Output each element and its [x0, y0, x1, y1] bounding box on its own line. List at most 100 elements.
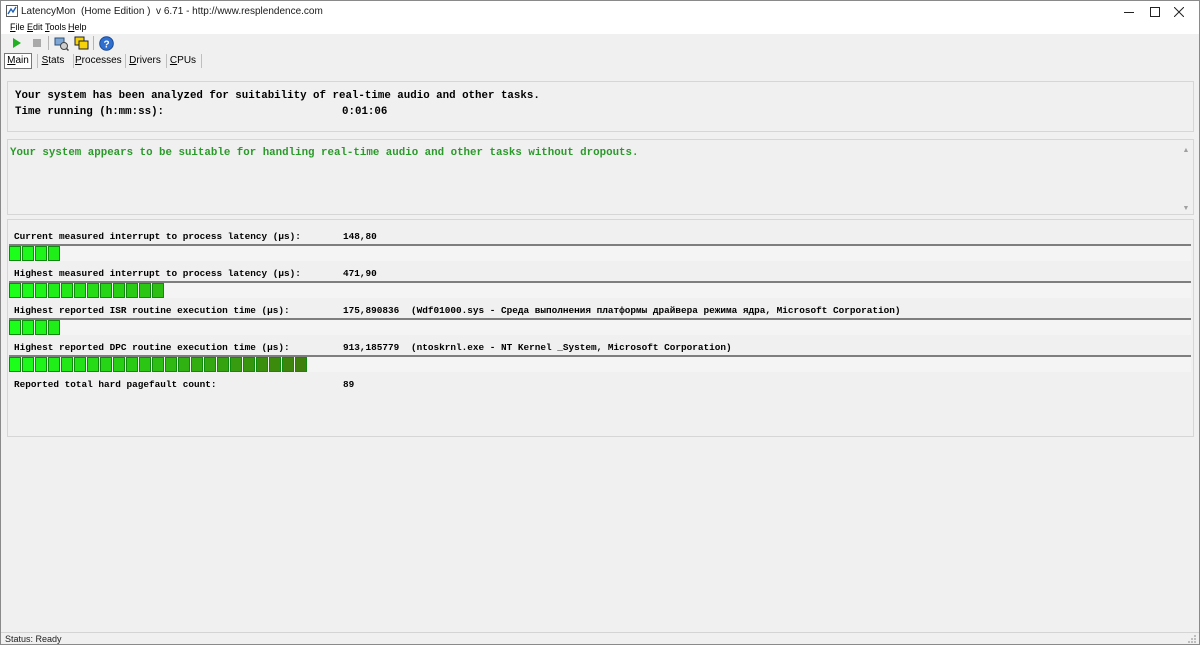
- latency-bar-segment: [61, 283, 73, 298]
- metric-value: 175,890836: [343, 305, 400, 316]
- tab-separator: [201, 54, 202, 68]
- latency-bar-segment: [165, 357, 177, 372]
- metric-label: Current measured interrupt to process la…: [14, 231, 301, 242]
- latency-bar: [9, 244, 1191, 261]
- latency-bar-segment: [22, 320, 34, 335]
- metric-value: 471,90: [343, 268, 377, 279]
- latency-bar-segment: [282, 357, 294, 372]
- svg-text:?: ?: [103, 39, 109, 50]
- latency-bar-segment: [139, 283, 151, 298]
- help-icon: ?: [98, 35, 114, 51]
- latency-bar-segment: [139, 357, 151, 372]
- latency-bar-segment: [22, 357, 34, 372]
- latency-bar-segment: [100, 357, 112, 372]
- latency-bar-segment: [256, 357, 268, 372]
- metric-value: 913,185779: [343, 342, 400, 353]
- tab-drivers[interactable]: Drivers: [127, 53, 163, 69]
- menu-tools[interactable]: Tools: [45, 22, 66, 33]
- latency-bar-segment: [35, 320, 47, 335]
- processes-icon: [74, 36, 88, 49]
- metric-label: Reported total hard pagefault count:: [14, 379, 217, 390]
- latency-bar-segment: [243, 357, 255, 372]
- latency-bar-segment: [152, 283, 164, 298]
- latency-bar-segment: [191, 357, 203, 372]
- menu-bar: File Edit Tools Help: [1, 22, 1199, 34]
- latency-bar-segment: [126, 357, 138, 372]
- metric-label: Highest reported ISR routine execution t…: [14, 305, 290, 316]
- window-title: LatencyMon (Home Edition ) v 6.71 - http…: [21, 6, 323, 17]
- latency-bar-segment: [126, 283, 138, 298]
- stop-icon: [33, 39, 41, 47]
- metric-detail: (ntoskrnl.exe - NT Kernel _System, Micro…: [411, 342, 732, 353]
- latency-bar-segment: [230, 357, 242, 372]
- latency-bar-segment: [9, 320, 21, 335]
- status-bar: Status: Ready: [1, 632, 1199, 644]
- drivers-view-button[interactable]: [53, 35, 69, 51]
- verdict-text: Your system appears to be suitable for h…: [10, 147, 639, 159]
- verdict-scrollbar[interactable]: ▲ ▼: [1179, 140, 1193, 214]
- latency-bar-segment: [100, 283, 112, 298]
- menu-file[interactable]: File: [10, 22, 25, 33]
- latency-bar: [9, 281, 1191, 298]
- latency-bar-segment: [9, 283, 21, 298]
- tab-separator: [166, 54, 167, 68]
- latency-bar-segment: [152, 357, 164, 372]
- tab-cpus[interactable]: CPUs: [168, 53, 198, 69]
- latency-bar-fill: [9, 320, 61, 335]
- metric-label: Highest reported DPC routine execution t…: [14, 342, 290, 353]
- toolbar-separator: [93, 36, 94, 50]
- latency-bar-segment: [204, 357, 216, 372]
- latency-bar-segment: [295, 357, 307, 372]
- time-running-label: Time running (h:mm:ss):: [15, 106, 165, 118]
- latency-bar-segment: [9, 357, 21, 372]
- metric-label: Highest measured interrupt to process la…: [14, 268, 301, 279]
- help-button[interactable]: ?: [98, 35, 114, 51]
- latency-bar-segment: [87, 357, 99, 372]
- status-text: Status: Ready: [5, 634, 62, 644]
- latency-bar-fill: [9, 283, 165, 298]
- app-window: LatencyMon (Home Edition ) v 6.71 - http…: [0, 0, 1200, 645]
- latency-bar: [9, 355, 1191, 372]
- latency-bar-segment: [74, 357, 86, 372]
- analysis-headline: Your system has been analyzed for suitab…: [15, 90, 540, 102]
- drivers-icon: [54, 37, 69, 51]
- processes-view-button[interactable]: [73, 35, 89, 51]
- latency-bar: [9, 318, 1191, 335]
- latency-bar-segment: [35, 357, 47, 372]
- latency-bar-fill: [9, 246, 61, 261]
- menu-edit[interactable]: Edit: [27, 22, 43, 33]
- latency-bar-segment: [87, 283, 99, 298]
- latency-bar-segment: [35, 283, 47, 298]
- latency-bar-segment: [48, 320, 60, 335]
- toolbar: ?: [1, 34, 1199, 52]
- metric-value: 148,80: [343, 231, 377, 242]
- latency-bar-segment: [61, 357, 73, 372]
- tab-processes[interactable]: Processes: [75, 53, 122, 69]
- time-running-value: 0:01:06: [342, 106, 388, 118]
- latency-bar-segment: [113, 357, 125, 372]
- tab-bar: Main Stats Processes Drivers CPUs: [1, 52, 1199, 70]
- latency-bar-segment: [113, 283, 125, 298]
- latency-bar-segment: [178, 357, 190, 372]
- scroll-up-icon[interactable]: ▲: [1181, 146, 1191, 156]
- tab-separator: [125, 54, 126, 68]
- latency-bar-segment: [217, 357, 229, 372]
- resize-grip-icon[interactable]: [1187, 634, 1197, 644]
- start-button[interactable]: [9, 35, 25, 51]
- scroll-down-icon[interactable]: ▼: [1181, 204, 1191, 214]
- latency-bar-segment: [48, 357, 60, 372]
- tab-stats[interactable]: Stats: [39, 53, 67, 69]
- latency-bar-segment: [35, 246, 47, 261]
- latency-bar-segment: [74, 283, 86, 298]
- metric-detail: (Wdf01000.sys - Среда выполнения платфор…: [411, 305, 901, 316]
- tab-main[interactable]: Main: [4, 53, 32, 69]
- toolbar-separator: [48, 36, 49, 50]
- tab-separator: [73, 54, 74, 68]
- title-bar: LatencyMon (Home Edition ) v 6.71 - http…: [1, 1, 1199, 22]
- analysis-panel: Your system has been analyzed for suitab…: [7, 81, 1194, 132]
- stop-button[interactable]: [29, 35, 45, 51]
- latency-bar-segment: [22, 283, 34, 298]
- close-icon: [1174, 6, 1184, 17]
- menu-help[interactable]: Help: [68, 22, 87, 33]
- close-button[interactable]: [1156, 1, 1200, 22]
